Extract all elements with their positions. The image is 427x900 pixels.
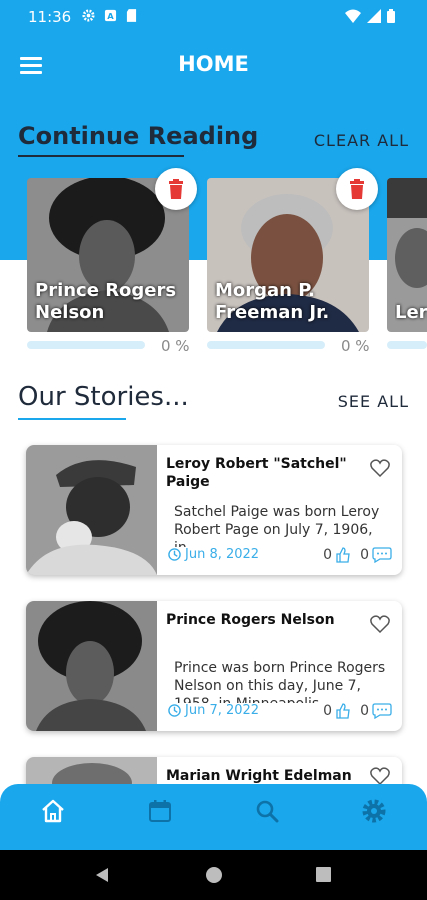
story-date-text: Jun 7, 2022 <box>185 703 260 718</box>
status-system-icons <box>345 9 395 23</box>
story-image <box>26 601 157 731</box>
like-count: 0 <box>323 703 333 719</box>
continue-reading-title: Continue Reading <box>18 122 259 150</box>
progress-percent: 0 % <box>341 337 370 355</box>
progress-percent: 0 % <box>161 337 190 355</box>
home-circle-icon[interactable] <box>205 866 223 884</box>
story-card[interactable]: Prince Rogers Nelson Prince was born Pri… <box>26 601 402 731</box>
story-stats: 0 0 <box>323 703 392 719</box>
story-title: Prince Rogers Nelson <box>166 612 335 628</box>
story-date-text: Jun 8, 2022 <box>185 547 260 562</box>
progress-bar <box>387 341 427 349</box>
svg-text:A: A <box>107 11 114 21</box>
story-card[interactable]: Leroy Robert "Satchel" Paige Satchel Pai… <box>26 445 402 575</box>
story-date: Jun 7, 2022 <box>168 703 259 718</box>
progress-bar <box>27 341 145 349</box>
search-icon <box>256 800 279 823</box>
status-bar: 11:36 A <box>0 0 427 34</box>
status-notification-icons: A <box>82 9 137 22</box>
progress-bar <box>207 341 325 349</box>
settings-icon <box>362 799 386 823</box>
gear-status-icon <box>82 9 95 22</box>
see-all-button[interactable]: SEE ALL <box>338 392 409 411</box>
story-date: Jun 8, 2022 <box>168 547 259 562</box>
back-icon[interactable] <box>94 867 110 883</box>
comment-count: 0 <box>360 547 369 563</box>
card-name: Ler… "Sa… <box>395 302 427 323</box>
app-bar: HOME <box>0 34 427 96</box>
like-count: 0 <box>323 547 333 563</box>
bottom-navigation <box>0 784 427 850</box>
our-stories-title: Our Stories... <box>18 382 189 412</box>
status-time: 11:36 <box>28 8 72 26</box>
recents-icon[interactable] <box>316 867 331 882</box>
system-navigation-bar <box>0 850 427 900</box>
delete-button[interactable] <box>336 168 378 210</box>
heart-icon[interactable] <box>370 459 390 477</box>
story-stats: 0 0 <box>323 547 392 563</box>
page-title: HOME <box>178 52 249 76</box>
clock-icon <box>168 548 181 561</box>
continue-reading-card[interactable]: Ler… "Sa… <box>387 178 427 332</box>
sd-card-icon <box>126 9 137 22</box>
story-title: Marian Wright Edelman <box>166 768 352 784</box>
story-excerpt: Prince was born Prince Rogers Nelson on … <box>174 660 386 703</box>
thumbs-up-icon[interactable] <box>335 703 351 719</box>
thumbs-up-icon[interactable] <box>335 547 351 563</box>
story-title: Leroy Robert "Satchel" Paige <box>166 456 347 490</box>
comment-icon[interactable] <box>372 703 392 719</box>
heart-icon[interactable] <box>370 767 390 785</box>
calendar-icon <box>149 800 171 822</box>
clock-icon <box>168 704 181 717</box>
card-name: Morgan P. Freeman Jr. <box>215 280 330 323</box>
wifi-icon <box>345 9 361 23</box>
nav-home[interactable] <box>38 796 68 826</box>
story-excerpt: Satchel Paige was born Leroy Robert Page… <box>174 504 380 547</box>
nav-calendar[interactable] <box>145 796 175 826</box>
delete-button[interactable] <box>155 168 197 210</box>
trash-icon <box>350 179 364 199</box>
app-status-icon: A <box>104 9 117 21</box>
nav-search[interactable] <box>252 796 282 826</box>
home-icon <box>42 799 64 823</box>
our-stories-underline <box>18 418 126 420</box>
card-name: Prince Rogers Nelson <box>35 280 177 323</box>
comment-icon[interactable] <box>372 547 392 563</box>
comment-count: 0 <box>360 703 369 719</box>
heart-icon[interactable] <box>370 615 390 633</box>
clear-all-button[interactable]: CLEAR ALL <box>314 131 409 150</box>
signal-icon <box>367 9 381 23</box>
nav-settings[interactable] <box>359 796 389 826</box>
battery-icon <box>387 9 395 23</box>
story-image <box>26 445 157 575</box>
continue-reading-underline <box>18 155 184 157</box>
trash-icon <box>169 179 183 199</box>
